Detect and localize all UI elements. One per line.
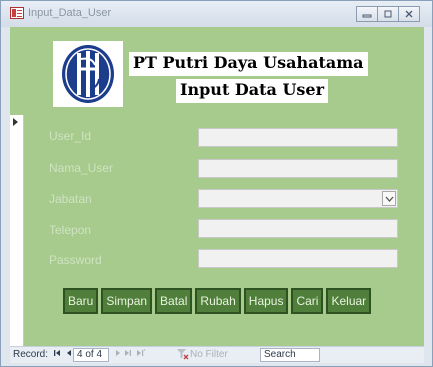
window-controls [356, 6, 420, 22]
label-jabatan: Jabatan [49, 192, 92, 206]
hapus-button[interactable]: Hapus [243, 288, 289, 314]
chevron-down-icon[interactable] [382, 191, 396, 206]
access-form-window: Input_Data_User PT Putri Daya Usahatama … [0, 0, 433, 367]
title-bar[interactable]: Input_Data_User [1, 1, 432, 27]
label-password: Password [49, 253, 102, 267]
record-navigation-bar: Record: 4 of 4 * No Filter Search [10, 346, 424, 363]
close-icon[interactable] [398, 6, 420, 22]
next-record-icon[interactable] [114, 348, 121, 361]
record-selector[interactable] [10, 115, 24, 346]
window-title: Input_Data_User [28, 7, 112, 19]
nama-user-field[interactable] [198, 159, 398, 178]
company-name: PT Putri Daya Usahatama [129, 52, 368, 76]
label-telepon: Telepon [49, 223, 92, 237]
label-user-id: User_Id [49, 129, 92, 143]
funnel-icon [176, 348, 189, 363]
form-title: Input Data User [176, 79, 329, 103]
password-field[interactable] [198, 249, 398, 268]
last-record-icon[interactable] [123, 348, 132, 361]
current-record-arrow-icon [13, 118, 18, 126]
search-input[interactable]: Search [260, 348, 320, 362]
simpan-button[interactable]: Simpan [101, 288, 153, 314]
restore-icon[interactable] [377, 6, 399, 22]
batal-button[interactable]: Batal [155, 288, 193, 314]
first-record-icon[interactable] [53, 348, 62, 361]
new-record-icon[interactable]: * [135, 348, 147, 361]
minimize-icon[interactable] [356, 6, 378, 22]
rubah-button[interactable]: Rubah [195, 288, 241, 314]
form-icon [10, 7, 24, 19]
record-label: Record: [13, 349, 49, 360]
keluar-button[interactable]: Keluar [326, 288, 372, 314]
jabatan-combo[interactable] [198, 189, 398, 208]
user-id-field[interactable] [198, 128, 398, 147]
baru-button[interactable]: Baru [63, 288, 99, 314]
svg-text:*: * [144, 349, 146, 355]
current-record-input[interactable]: 4 of 4 [73, 348, 109, 362]
telepon-field[interactable] [198, 219, 398, 238]
no-filter-button[interactable]: No Filter [190, 349, 228, 360]
label-nama-user: Nama_User [49, 161, 114, 175]
company-logo [53, 41, 123, 107]
action-buttons: Baru Simpan Batal Rubah Hapus Cari Kelua… [63, 288, 374, 314]
cari-button[interactable]: Cari [291, 288, 324, 314]
prev-record-icon[interactable] [66, 348, 73, 361]
